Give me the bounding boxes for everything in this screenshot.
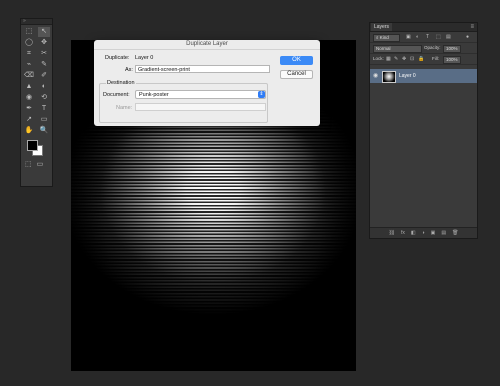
tools-panel-header[interactable]: »: [21, 19, 52, 25]
filter-type-icon[interactable]: T: [426, 33, 429, 41]
name-label: Name:: [116, 105, 133, 111]
rectangle-tool-icon[interactable]: ▭: [38, 115, 50, 125]
pencil-tool-icon[interactable]: ✐: [38, 71, 50, 81]
layers-panel: Layers ≡ ⌕ Kind ▣ ◐ T ⬚ ▤ ● Normal Opaci…: [369, 22, 478, 239]
opacity-label: Opacity:: [424, 45, 441, 50]
cancel-button[interactable]: Cancel: [280, 70, 313, 79]
lock-paint-icon[interactable]: ✎: [394, 55, 398, 63]
slice-tool-icon[interactable]: ✂: [38, 49, 50, 59]
ok-button[interactable]: OK: [280, 56, 313, 65]
lock-label: Lock:: [373, 56, 384, 61]
collapse-icon[interactable]: »: [23, 19, 26, 24]
lock-all-icon[interactable]: 🔒: [418, 55, 424, 63]
layer-style-icon[interactable]: fx: [401, 228, 405, 238]
panel-menu-icon[interactable]: ≡: [470, 23, 474, 31]
filter-kind-select[interactable]: ⌕ Kind: [373, 34, 400, 42]
add-mask-icon[interactable]: ◧: [411, 228, 416, 238]
path-select-tool-icon[interactable]: ↗: [23, 115, 35, 125]
layers-panel-tabs: Layers ≡: [370, 23, 477, 32]
quick-mask-icon[interactable]: ⬚: [25, 160, 32, 168]
color-swatches: [21, 138, 52, 160]
layer-thumbnail: [382, 71, 396, 83]
history-brush-tool-icon[interactable]: ⟲: [38, 93, 50, 103]
filter-toggle-icon[interactable]: ●: [466, 33, 469, 41]
stamp-tool-icon[interactable]: ◉: [23, 93, 35, 103]
destination-label: Destination: [106, 80, 136, 86]
fill-field[interactable]: 100%: [443, 56, 461, 64]
blend-row: Normal Opacity: 100%: [370, 43, 477, 54]
name-field[interactable]: [135, 103, 266, 111]
lock-row: Lock: ▦ ✎ ✥ ⊡ 🔒 Fill: 100%: [370, 54, 477, 65]
new-group-icon[interactable]: ▣: [431, 228, 436, 238]
trash-icon[interactable]: 🗑: [452, 228, 458, 238]
document-label: Document:: [103, 92, 130, 98]
document-select-value: Punk-poster: [139, 92, 169, 98]
new-layer-icon[interactable]: ▤: [441, 228, 446, 238]
eyedropper-tool-icon[interactable]: ⌁: [23, 60, 35, 70]
foreground-color-swatch[interactable]: [27, 140, 38, 151]
dodge-tool-icon[interactable]: ◐: [38, 82, 50, 92]
as-label: As:: [125, 67, 133, 73]
chevron-updown-icon: ⇕: [258, 91, 265, 98]
opacity-field[interactable]: 100%: [443, 45, 461, 53]
filter-smart-object-icon[interactable]: ▤: [446, 33, 451, 41]
layer-row[interactable]: ◉ Layer 0: [370, 69, 477, 83]
layers-footer: ⛓ fx ◧ ◑ ▣ ▤ 🗑: [370, 227, 477, 238]
dialog-title: Duplicate Layer: [94, 40, 320, 50]
tool-grid: ⬚ ↖ ◯ ✥ ⌗ ✂ ⌁ ✎ ⌫ ✐ ▲ ◐ ◉ ⟲ ✒ T ↗ ▭ ✋ 🔍: [21, 25, 52, 136]
sharpen-tool-icon[interactable]: ▲: [23, 82, 35, 92]
hand-tool-icon[interactable]: ✋: [23, 126, 35, 136]
fill-label: Fill:: [432, 56, 439, 61]
tab-layers[interactable]: Layers: [371, 23, 393, 31]
filter-kind-label: Kind: [379, 35, 389, 40]
as-name-field[interactable]: Gradient-screen-print: [135, 65, 270, 73]
duplicate-label: Duplicate:: [105, 55, 130, 61]
type-tool-icon[interactable]: T: [38, 104, 50, 114]
adjustment-layer-icon[interactable]: ◑: [422, 228, 425, 238]
tools-panel: » ⬚ ↖ ◯ ✥ ⌗ ✂ ⌁ ✎ ⌫ ✐ ▲ ◐ ◉ ⟲ ✒ T ↗ ▭ ✋ …: [20, 18, 53, 187]
layer-filter-row: ⌕ Kind ▣ ◐ T ⬚ ▤ ●: [370, 32, 477, 43]
filter-shape-icon[interactable]: ⬚: [436, 33, 441, 41]
zoom-tool-icon[interactable]: 🔍: [38, 126, 50, 136]
document-select[interactable]: Punk-poster ⇕: [135, 90, 266, 99]
layer-name[interactable]: Layer 0: [399, 72, 416, 80]
duplicate-value: Layer 0: [135, 55, 154, 61]
blend-mode-select[interactable]: Normal: [373, 45, 422, 53]
marquee-tool-icon[interactable]: ⬚: [23, 27, 35, 37]
pen-tool-icon[interactable]: ✒: [23, 104, 35, 114]
quick-select-tool-icon[interactable]: ✥: [38, 38, 50, 48]
tools-bottom-row: ⬚ ▭: [21, 160, 52, 168]
duplicate-layer-dialog: Duplicate Layer Duplicate: Layer 0 As: G…: [94, 40, 320, 126]
eraser-tool-icon[interactable]: ⌫: [23, 71, 35, 81]
lasso-tool-icon[interactable]: ◯: [23, 38, 35, 48]
move-tool-icon[interactable]: ↖: [38, 27, 50, 37]
crop-tool-icon[interactable]: ⌗: [23, 49, 35, 59]
brush-tool-icon[interactable]: ✎: [38, 60, 50, 70]
lock-pixels-icon[interactable]: ▦: [386, 55, 391, 63]
lock-position-icon[interactable]: ✥: [402, 55, 406, 63]
eye-icon[interactable]: ◉: [373, 72, 378, 79]
filter-adjustment-icon[interactable]: ◐: [416, 33, 419, 41]
filter-pixel-icon[interactable]: ▣: [406, 33, 411, 41]
link-layers-icon[interactable]: ⛓: [389, 228, 395, 238]
screen-mode-icon[interactable]: ▭: [37, 160, 44, 168]
lock-artboard-icon[interactable]: ⊡: [410, 55, 414, 63]
